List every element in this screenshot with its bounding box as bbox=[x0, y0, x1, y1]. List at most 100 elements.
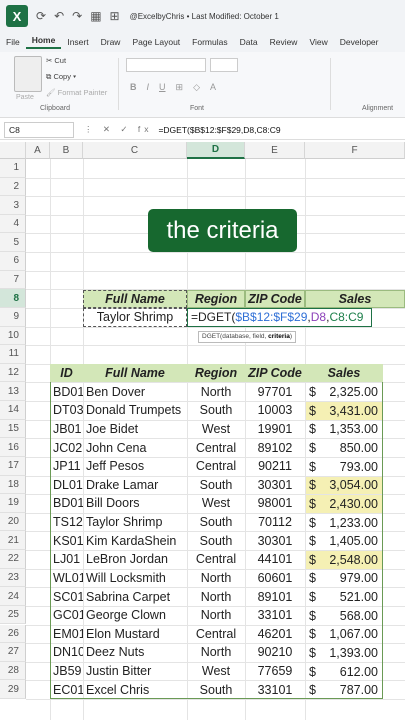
row-header-29[interactable]: 29 bbox=[0, 680, 26, 699]
table-cell-name[interactable]: John Cena bbox=[83, 438, 187, 457]
table-cell-region[interactable]: South bbox=[187, 531, 245, 550]
table-cell-sales[interactable]: $850.00 bbox=[306, 439, 382, 457]
table-cell-zip[interactable]: 89102 bbox=[245, 438, 305, 457]
cut-button[interactable]: ✂ Cut bbox=[46, 56, 66, 65]
table-cell-zip[interactable]: 30301 bbox=[245, 531, 305, 550]
formula-bar-icons[interactable]: ⋮ ✕ ✓ fx bbox=[84, 124, 152, 135]
menu-page-layout[interactable]: Page Layout bbox=[126, 37, 186, 47]
format-painter-button[interactable]: 🖌 Format Painter bbox=[46, 88, 107, 97]
table-cell-sales[interactable]: $1,393.00 bbox=[306, 644, 382, 662]
menu-view[interactable]: View bbox=[303, 37, 333, 47]
row-header-15[interactable]: 15 bbox=[0, 419, 26, 439]
table-cell-sales[interactable]: $1,353.00 bbox=[306, 421, 382, 439]
table-cell-sales[interactable]: $568.00 bbox=[306, 607, 382, 625]
table-cell-region[interactable]: South bbox=[187, 476, 245, 495]
table-cell-zip[interactable]: 98001 bbox=[245, 494, 305, 513]
table-cell-region[interactable]: South bbox=[187, 401, 245, 420]
table-cell-region[interactable]: Central bbox=[187, 438, 245, 457]
table-cell-zip[interactable]: 90210 bbox=[245, 643, 305, 662]
table-header-zip-code[interactable]: ZIP Code bbox=[245, 363, 305, 383]
table-cell-name[interactable]: George Clown bbox=[83, 606, 187, 625]
table-cell-id[interactable]: EM01 bbox=[50, 625, 83, 644]
criteria-header-region[interactable]: Region bbox=[187, 290, 245, 308]
table-cell-id[interactable]: JP11 bbox=[50, 457, 83, 476]
font-color-icon[interactable]: A bbox=[210, 82, 216, 93]
table-cell-region[interactable]: West bbox=[187, 420, 245, 439]
row-header-3[interactable]: 3 bbox=[0, 196, 26, 215]
row-header-28[interactable]: 28 bbox=[0, 661, 26, 681]
table-cell-id[interactable]: JB59 bbox=[50, 662, 83, 681]
underline-button[interactable]: U bbox=[159, 82, 166, 93]
table-cell-zip[interactable]: 19901 bbox=[245, 420, 305, 439]
table-cell-id[interactable]: BD01 bbox=[50, 494, 83, 513]
row-header-17[interactable]: 17 bbox=[0, 456, 26, 476]
menu-data[interactable]: Data bbox=[234, 37, 264, 47]
table-icon[interactable]: ▦ bbox=[90, 9, 101, 23]
table-cell-sales[interactable]: $2,430.00 bbox=[306, 495, 382, 513]
redo-icon[interactable]: ↷ bbox=[72, 9, 82, 23]
table-header-region[interactable]: Region bbox=[187, 363, 245, 383]
table-cell-name[interactable]: Deez Nuts bbox=[83, 643, 187, 662]
table-cell-region[interactable]: North bbox=[187, 382, 245, 401]
copy-button[interactable]: ⧉ Copy ▾ bbox=[46, 72, 76, 82]
table-cell-region[interactable]: Central bbox=[187, 550, 245, 569]
column-header-b[interactable]: B bbox=[50, 142, 83, 159]
row-header-21[interactable]: 21 bbox=[0, 531, 26, 550]
table-cell-name[interactable]: Kim KardaShein bbox=[83, 531, 187, 550]
table-cell-name[interactable]: Elon Mustard bbox=[83, 625, 187, 644]
menu-developer[interactable]: Developer bbox=[334, 37, 385, 47]
row-header-13[interactable]: 13 bbox=[0, 382, 26, 402]
table-cell-name[interactable]: Bill Doors bbox=[83, 494, 187, 513]
table-header-sales[interactable]: Sales bbox=[305, 363, 383, 383]
table-cell-region[interactable]: West bbox=[187, 494, 245, 513]
formula-input[interactable]: =DGET($B$12:$F$29,D8,C8:C9 bbox=[158, 125, 280, 135]
table-cell-name[interactable]: Taylor Shrimp bbox=[83, 513, 187, 532]
table-cell-sales[interactable]: $1,405.00 bbox=[306, 532, 382, 550]
table-cell-zip[interactable]: 10003 bbox=[245, 401, 305, 420]
table-cell-sales[interactable]: $787.00 bbox=[306, 681, 382, 699]
row-header-22[interactable]: 22 bbox=[0, 550, 26, 569]
bold-button[interactable]: B bbox=[130, 82, 137, 93]
table-cell-name[interactable]: Excel Chris bbox=[83, 680, 187, 699]
table-cell-zip[interactable]: 77659 bbox=[245, 662, 305, 681]
borders-icon[interactable]: ⊞ bbox=[176, 82, 184, 93]
row-header-6[interactable]: 6 bbox=[0, 252, 26, 271]
table-cell-zip[interactable]: 33101 bbox=[245, 680, 305, 699]
table-cell-sales[interactable]: $3,054.00 bbox=[306, 476, 382, 495]
table-cell-id[interactable]: JB01 bbox=[50, 420, 83, 439]
table-cell-id[interactable]: BD01 bbox=[50, 382, 83, 401]
menu-home[interactable]: Home bbox=[25, 35, 62, 49]
table-cell-id[interactable]: KS01 bbox=[50, 531, 83, 550]
table-cell-name[interactable]: LeBron Jordan bbox=[83, 550, 187, 569]
criteria-header-sales[interactable]: Sales bbox=[305, 290, 405, 308]
table-cell-sales[interactable]: $3,431.00 bbox=[306, 402, 382, 420]
table-cell-zip[interactable]: 90211 bbox=[245, 457, 305, 476]
table-cell-region[interactable]: Central bbox=[187, 457, 245, 476]
column-header-f[interactable]: F bbox=[305, 142, 405, 159]
row-header-12[interactable]: 12 bbox=[0, 363, 26, 383]
table-cell-name[interactable]: Ben Dover bbox=[83, 382, 187, 401]
row-header-8[interactable]: 8 bbox=[0, 289, 26, 308]
table-cell-sales[interactable]: $1,067.00 bbox=[306, 626, 382, 644]
table-cell-sales[interactable]: $521.00 bbox=[306, 588, 382, 606]
table-cell-zip[interactable]: 70112 bbox=[245, 513, 305, 532]
undo-icon[interactable]: ↶ bbox=[54, 9, 64, 23]
menu-insert[interactable]: Insert bbox=[61, 37, 94, 47]
table-cell-id[interactable]: DN10 bbox=[50, 643, 83, 662]
table-cell-zip[interactable]: 97701 bbox=[245, 382, 305, 401]
table-cell-name[interactable]: Sabrina Carpet bbox=[83, 587, 187, 606]
table-cell-id[interactable]: DT03 bbox=[50, 401, 83, 420]
column-header-a[interactable]: A bbox=[26, 142, 50, 159]
table-cell-name[interactable]: Drake Lamar bbox=[83, 476, 187, 495]
table-cell-name[interactable]: Donald Trumpets bbox=[83, 401, 187, 420]
table-cell-name[interactable]: Jeff Pesos bbox=[83, 457, 187, 476]
table-cell-id[interactable]: GC01 bbox=[50, 606, 83, 625]
table-cell-zip[interactable]: 46201 bbox=[245, 625, 305, 644]
fill-color-icon[interactable]: ◇ bbox=[193, 82, 200, 93]
row-header-27[interactable]: 27 bbox=[0, 643, 26, 662]
table-cell-zip[interactable]: 30301 bbox=[245, 476, 305, 495]
table-header-id[interactable]: ID bbox=[50, 363, 83, 383]
table-cell-id[interactable]: TS12 bbox=[50, 513, 83, 532]
menu-review[interactable]: Review bbox=[264, 37, 304, 47]
row-header-14[interactable]: 14 bbox=[0, 401, 26, 420]
